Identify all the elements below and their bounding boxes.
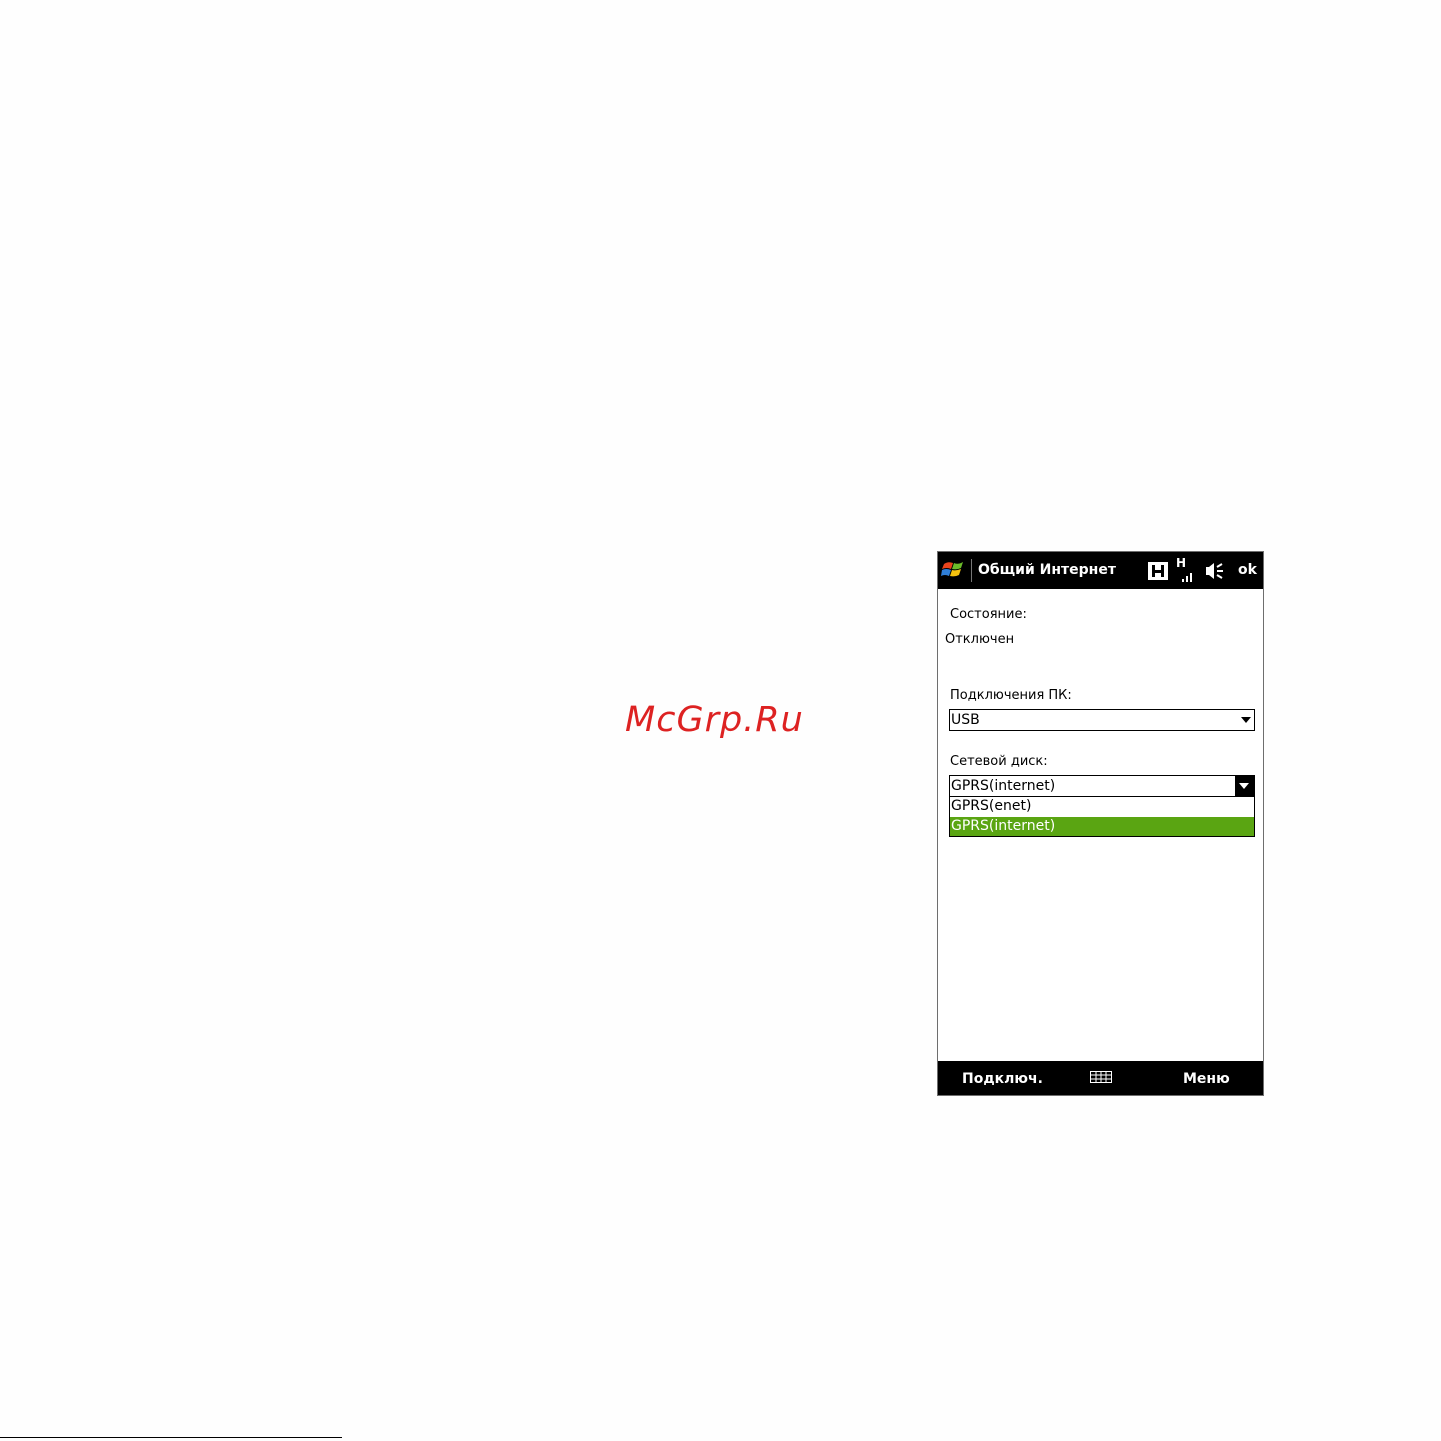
- network-dropdown-list: GPRS(enet) GPRS(internet): [949, 796, 1255, 837]
- hsdpa-h-icon[interactable]: [1147, 561, 1169, 581]
- page: McGrp.Ru Общий Интернет H ok Состояние: …: [0, 0, 1441, 1441]
- footer-rule: [0, 1437, 342, 1438]
- network-label: Сетевой диск:: [950, 754, 1048, 769]
- signal-strength-icon[interactable]: H: [1175, 556, 1197, 583]
- status-value: Отключен: [945, 632, 1015, 647]
- chevron-down-icon[interactable]: [1235, 776, 1254, 796]
- dropdown-option-enet[interactable]: GPRS(enet): [950, 797, 1254, 816]
- phone-screen: Общий Интернет H ok Состояние: Отключен …: [937, 551, 1264, 1096]
- softkey-bar: Подключ. Меню: [938, 1061, 1263, 1095]
- network-select[interactable]: GPRS(internet): [949, 775, 1255, 797]
- menu-softkey[interactable]: Меню: [1183, 1070, 1230, 1088]
- windows-flag-icon[interactable]: [941, 558, 967, 582]
- chevron-down-icon[interactable]: [1241, 717, 1251, 723]
- speaker-icon[interactable]: [1203, 561, 1227, 581]
- title-bar: Общий Интернет H ok: [938, 552, 1263, 589]
- ok-button[interactable]: ok: [1238, 561, 1257, 579]
- status-label: Состояние:: [950, 607, 1027, 622]
- dropdown-option-internet[interactable]: GPRS(internet): [950, 817, 1254, 836]
- watermark-logo: McGrp.Ru: [625, 700, 804, 740]
- window-title: Общий Интернет: [978, 562, 1116, 578]
- pc-connection-value: USB: [951, 712, 980, 728]
- pc-connection-select[interactable]: USB: [949, 709, 1255, 731]
- network-value: GPRS(internet): [951, 778, 1056, 794]
- keyboard-icon[interactable]: [1090, 1071, 1112, 1083]
- pc-connection-label: Подключения ПК:: [950, 688, 1072, 703]
- signal-type-label: H: [1176, 556, 1187, 570]
- connect-softkey[interactable]: Подключ.: [962, 1070, 1043, 1088]
- title-separator: [971, 559, 972, 582]
